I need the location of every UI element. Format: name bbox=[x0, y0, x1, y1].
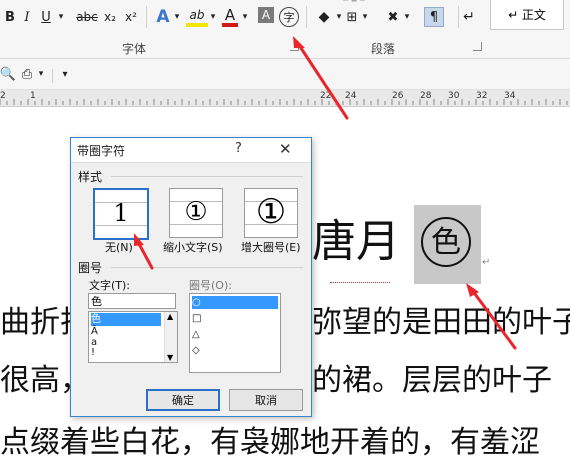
annotation-arrowhead-ribbon bbox=[293, 36, 305, 48]
annotation-arrow-char bbox=[470, 288, 517, 350]
annotation-arrows bbox=[134, 36, 517, 350]
annotation-arrow-ribbon bbox=[295, 40, 349, 120]
annotation-arrowhead-style bbox=[134, 233, 144, 246]
